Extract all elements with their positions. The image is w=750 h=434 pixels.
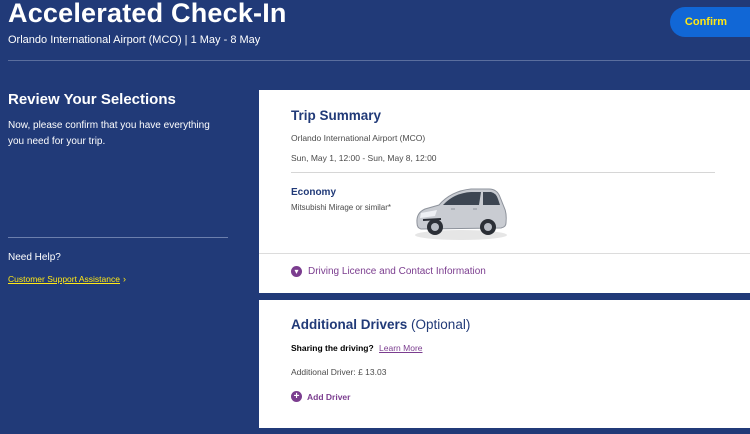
additional-drivers-heading: Additional Drivers [291,317,408,332]
sidebar-divider [8,237,228,238]
additional-drivers-title: Additional Drivers (Optional) [291,317,470,332]
customer-support-link[interactable]: Customer Support Assistance › [8,274,126,284]
trip-summary-card: Trip Summary Orlando International Airpo… [259,90,750,293]
page-title: Accelerated Check-In [8,0,287,28]
sharing-row: Sharing the driving? Learn More [291,343,423,353]
pickup-location: Orlando International Airport (MCO) [291,133,426,143]
learn-more-link[interactable]: Learn More [379,343,422,353]
car-class: Economy [291,187,337,198]
trip-summary-title: Trip Summary [291,108,382,123]
need-help-label: Need Help? [8,252,61,263]
chevron-down-icon: ▾ [291,266,302,277]
header-divider [8,60,750,61]
trip-dates: Sun, May 1, 12:00 - Sun, May 8, 12:00 [291,153,437,163]
car-image [415,188,507,240]
car-model: Mitsubishi Mirage or similar* [291,203,392,212]
confirm-button[interactable]: Confirm [670,7,750,37]
optional-label: (Optional) [411,317,471,332]
driving-licence-toggle[interactable]: ▾ Driving Licence and Contact Informatio… [291,266,486,277]
sharing-label: Sharing the driving? [291,343,374,353]
driving-licence-label: Driving Licence and Contact Information [308,266,486,277]
review-title: Review Your Selections [8,91,176,108]
additional-drivers-card: Additional Drivers (Optional) Sharing th… [259,300,750,428]
add-driver-label: Add Driver [307,391,351,402]
additional-driver-price: Additional Driver: £ 13.03 [291,367,387,377]
add-driver-button[interactable]: + Add Driver [291,391,350,402]
trip-divider [291,172,715,173]
licence-divider [259,253,750,254]
chevron-right-icon: › [122,274,126,284]
plus-icon: + [291,391,302,402]
review-description: Now, please confirm that you have everyt… [8,120,210,147]
trip-subtitle: Orlando International Airport (MCO) | 1 … [8,34,261,46]
customer-support-label: Customer Support Assistance [8,274,120,284]
